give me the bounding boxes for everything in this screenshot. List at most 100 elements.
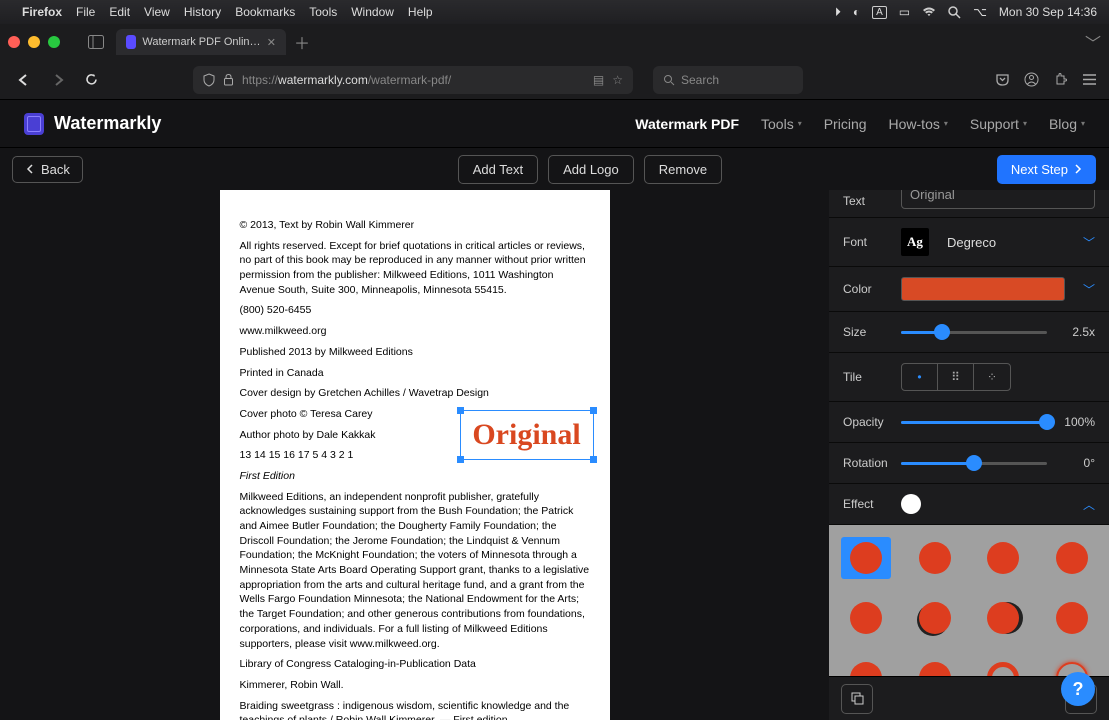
duplicate-button[interactable]	[841, 684, 873, 714]
doc-line: Printed in Canada	[240, 366, 590, 381]
pdf-page: © 2013, Text by Robin Wall Kimmerer All …	[220, 190, 610, 720]
battery-icon[interactable]: ▭	[899, 5, 910, 19]
doc-line: First Edition	[240, 469, 590, 484]
bookmark-star-icon[interactable]: ☆	[612, 73, 623, 87]
account-icon[interactable]	[1024, 72, 1039, 87]
address-bar[interactable]: https://watermarkly.com/watermark-pdf/ ▤…	[193, 66, 633, 94]
sidebar-toggle-icon[interactable]	[88, 35, 104, 49]
resize-handle[interactable]	[457, 407, 464, 414]
control-center-icon[interactable]: ⌥	[973, 5, 987, 19]
screenshare-icon[interactable]: ⏵	[835, 5, 841, 20]
lock-icon[interactable]	[223, 73, 234, 86]
extensions-icon[interactable]	[1053, 72, 1068, 87]
maximize-window-button[interactable]	[48, 36, 60, 48]
nav-howtos[interactable]: How-tos▾	[889, 116, 948, 132]
nav-blog[interactable]: Blog▾	[1049, 116, 1085, 132]
resize-handle[interactable]	[590, 407, 597, 414]
input-icon[interactable]: A	[872, 6, 887, 19]
wifi-icon[interactable]	[922, 7, 936, 17]
tab-favicon-icon	[126, 35, 136, 49]
effect-row[interactable]: Effect ︿	[829, 484, 1109, 525]
resize-handle[interactable]	[590, 456, 597, 463]
app-logo-icon[interactable]	[24, 113, 44, 135]
effect-option[interactable]	[841, 597, 891, 639]
spotlight-icon[interactable]	[948, 6, 961, 19]
reload-button[interactable]	[80, 68, 103, 91]
browser-tab[interactable]: Watermark PDF Online| Free PD ✕	[116, 29, 286, 55]
chevron-down-icon: ▾	[944, 119, 948, 128]
chevron-down-icon: ▾	[798, 119, 802, 128]
menu-bookmarks[interactable]: Bookmarks	[235, 5, 295, 19]
nav-pricing[interactable]: Pricing	[824, 116, 867, 132]
add-text-button[interactable]: Add Text	[458, 155, 538, 184]
minimize-window-button[interactable]	[28, 36, 40, 48]
hamburger-menu-icon[interactable]	[1082, 73, 1097, 86]
tabs-overflow-icon[interactable]: ﹀	[1085, 30, 1101, 54]
tile-single[interactable]: •	[902, 364, 938, 390]
next-step-button[interactable]: Next Step	[997, 155, 1096, 184]
browser-search[interactable]: Search	[653, 66, 803, 94]
tile-row: Tile • ⠿ ⁘	[829, 353, 1109, 402]
chevron-right-icon	[1074, 164, 1082, 174]
app-title[interactable]: Watermarkly	[54, 113, 161, 134]
remove-button[interactable]: Remove	[644, 155, 722, 184]
do-not-disturb-icon[interactable]: ◐	[853, 5, 860, 19]
chevron-down-icon[interactable]: ﹀	[1083, 234, 1095, 251]
doc-line: Braiding sweetgrass : indigenous wisdom,…	[240, 699, 590, 720]
color-row[interactable]: Color ﹀	[829, 267, 1109, 312]
font-label: Font	[843, 235, 891, 249]
opacity-slider[interactable]	[901, 412, 1047, 432]
mac-app-name[interactable]: Firefox	[22, 5, 62, 19]
font-row[interactable]: Font Ag Degreco ﹀	[829, 218, 1109, 267]
reader-icon[interactable]: ▤	[593, 73, 604, 87]
shield-icon[interactable]	[203, 73, 215, 87]
tile-diagonal[interactable]: ⁘	[974, 364, 1010, 390]
effect-option[interactable]	[910, 537, 960, 579]
watermark-selection[interactable]: Original	[460, 410, 594, 460]
editor-main: © 2013, Text by Robin Wall Kimmerer All …	[0, 190, 1109, 720]
clock[interactable]: Mon 30 Sep 14:36	[999, 5, 1097, 19]
menu-help[interactable]: Help	[408, 5, 433, 19]
doc-line: Kimmerer, Robin Wall.	[240, 678, 590, 693]
help-button[interactable]: ?	[1061, 672, 1095, 706]
effect-option[interactable]	[978, 537, 1028, 579]
nav-back-button[interactable]	[12, 69, 36, 91]
color-label: Color	[843, 282, 891, 296]
back-button[interactable]: Back	[12, 156, 83, 183]
nav-forward-button[interactable]	[46, 69, 70, 91]
rotation-slider[interactable]	[901, 453, 1047, 473]
canvas[interactable]: © 2013, Text by Robin Wall Kimmerer All …	[0, 190, 829, 720]
close-window-button[interactable]	[8, 36, 20, 48]
new-tab-button[interactable]: ＋	[294, 30, 310, 54]
menu-view[interactable]: View	[144, 5, 170, 19]
app-header: Watermarkly Watermark PDF Tools▾ Pricing…	[0, 100, 1109, 148]
menu-window[interactable]: Window	[351, 5, 394, 19]
tile-grid[interactable]: ⠿	[938, 364, 974, 390]
effect-option[interactable]	[910, 597, 960, 639]
color-swatch[interactable]	[901, 277, 1065, 301]
chevron-down-icon[interactable]: ﹀	[1083, 281, 1095, 298]
menu-edit[interactable]: Edit	[109, 5, 130, 19]
effect-option[interactable]	[978, 597, 1028, 639]
text-input[interactable]	[901, 190, 1095, 209]
menu-file[interactable]: File	[76, 5, 95, 19]
font-name: Degreco	[947, 235, 1073, 250]
mac-menus: File Edit View History Bookmarks Tools W…	[76, 5, 433, 19]
menu-tools[interactable]: Tools	[309, 5, 337, 19]
pocket-icon[interactable]	[995, 73, 1010, 87]
effect-option[interactable]	[841, 537, 891, 579]
chevron-left-icon	[25, 164, 35, 174]
close-tab-icon[interactable]: ✕	[267, 36, 276, 49]
nav-tools[interactable]: Tools▾	[761, 116, 802, 132]
menu-history[interactable]: History	[184, 5, 221, 19]
size-slider[interactable]	[901, 322, 1047, 342]
nav-watermark-pdf[interactable]: Watermark PDF	[635, 116, 739, 132]
resize-handle[interactable]	[457, 456, 464, 463]
effect-option[interactable]	[1047, 537, 1097, 579]
watermark-text[interactable]: Original	[472, 414, 580, 456]
chevron-up-icon[interactable]: ︿	[1083, 496, 1095, 513]
browser-toolbar: https://watermarkly.com/watermark-pdf/ ▤…	[0, 60, 1109, 100]
effect-option[interactable]	[1047, 597, 1097, 639]
add-logo-button[interactable]: Add Logo	[548, 155, 634, 184]
nav-support[interactable]: Support▾	[970, 116, 1027, 132]
